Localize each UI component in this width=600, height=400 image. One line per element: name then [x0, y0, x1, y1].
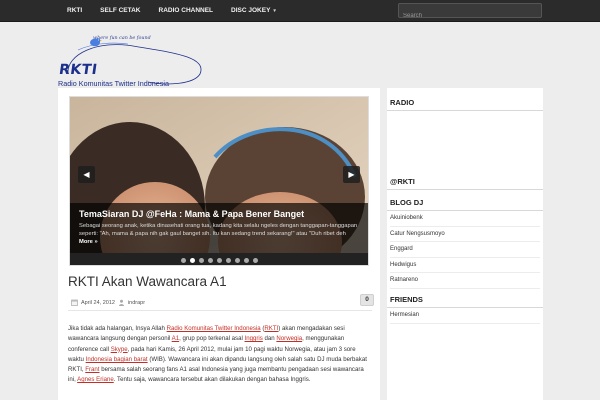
chevron-down-icon: ▾ [273, 8, 276, 14]
blog-dj-link[interactable]: Akuiniobenk [390, 211, 540, 227]
main-menu: RKTI Self Cetak Radio Channel Disc Jokey… [58, 0, 285, 22]
slider-next-button[interactable]: ▶ [343, 166, 360, 183]
post-title[interactable]: RKTI Akan Wawancara A1 [68, 274, 227, 289]
slider-dot[interactable] [243, 257, 249, 263]
arrow-left-icon: ◀ [83, 170, 90, 179]
logo-subtitle: Radio Komunitas Twitter Indonesia [58, 79, 169, 88]
top-nav-bar: RKTI Self Cetak Radio Channel Disc Jokey… [0, 0, 600, 23]
comment-count-badge[interactable]: 0 [360, 294, 374, 306]
body-text: . Tentu saja, wawancara tersebut akan di… [113, 376, 311, 384]
arrow-right-icon: ▶ [348, 170, 355, 179]
read-more-link[interactable]: More » [79, 239, 98, 245]
friend-link[interactable]: Hermesian [390, 308, 540, 324]
nav-item-self-cetak[interactable]: Self Cetak [91, 0, 149, 22]
slider-dot[interactable] [180, 257, 186, 263]
blog-dj-link[interactable]: Ratnareno [390, 273, 540, 289]
slider-dot[interactable] [198, 257, 204, 263]
slider-dot[interactable] [234, 257, 240, 263]
post-date: April 24, 2012 [81, 299, 115, 306]
search-input[interactable] [399, 9, 541, 23]
post-author[interactable]: indrapr [128, 300, 145, 306]
logo-wordmark: RKTI [57, 62, 99, 78]
blog-dj-link[interactable]: Enggard [390, 242, 540, 258]
featured-slider: ◀ ▶ TemaSiaran DJ @FeHa : Mama & Papa Be… [69, 96, 369, 266]
inline-link[interactable]: Agnes Eriane [77, 376, 114, 383]
post-divider [68, 310, 372, 311]
post-body: Jika tidak ada halangan, Insya Allah Rad… [68, 324, 372, 386]
slider-dot[interactable] [189, 257, 195, 263]
calendar-icon [71, 299, 78, 306]
widget-title-friends: FRIENDS [390, 295, 423, 304]
body-text: dan [262, 335, 277, 343]
slider-dot[interactable] [225, 257, 231, 263]
body-text: Jika tidak ada halangan, Insya Allah [68, 325, 167, 332]
slider-dot[interactable] [252, 257, 258, 263]
slide-excerpt-text: Sebagai seorang anak, ketika dinasehati … [79, 223, 358, 237]
nav-item-disc-jokey[interactable]: Disc Jokey ▾ [222, 0, 285, 22]
inline-link[interactable]: Indonesia bagian barat [86, 356, 148, 363]
inline-link[interactable]: RKTI [264, 325, 278, 332]
sidebar: RADIO @RKTI BLOG DJ Akuiniobenk Catur Nen… [387, 88, 543, 400]
inline-link[interactable]: Norwegia [276, 335, 302, 342]
main-content: ◀ ▶ TemaSiaran DJ @FeHa : Mama & Papa Be… [58, 88, 380, 400]
page-margin [543, 88, 600, 400]
slider-dot[interactable] [216, 257, 222, 263]
slide-title[interactable]: TemaSiaran DJ @FeHa : Mama & Papa Bener … [79, 209, 359, 219]
blog-dj-link[interactable]: Hedwigus [390, 258, 540, 273]
slider-dot[interactable] [207, 257, 213, 263]
nav-item-rkti[interactable]: RKTI [58, 0, 91, 22]
widget-divider [387, 189, 543, 190]
inline-link[interactable]: Frant [85, 366, 99, 373]
inline-link[interactable]: Skype [111, 346, 128, 353]
site-logo[interactable]: where fun can be found RKTI Radio Komuni… [58, 34, 208, 90]
blog-dj-link[interactable]: Catur Nengsusmoyo [390, 227, 540, 242]
slider-prev-button[interactable]: ◀ [78, 166, 95, 183]
slide-caption: TemaSiaran DJ @FeHa : Mama & Papa Bener … [70, 203, 368, 253]
nav-item-label: Disc Jokey [231, 7, 271, 14]
widget-title-rkti: @RKTI [390, 177, 415, 186]
inline-link[interactable]: Radio Komunitas Twitter Indonesia [167, 325, 261, 332]
slider-pagination [70, 253, 368, 265]
logo-slogan: where fun can be found [93, 36, 151, 41]
body-text: , grup pop terkenal asal [179, 335, 245, 343]
blog-dj-list: Akuiniobenk Catur Nengsusmoyo Enggard Hedwi… [390, 211, 540, 289]
friends-list: Hermesian [390, 308, 540, 324]
widget-title-radio: RADIO [390, 98, 415, 107]
nav-item-radio-channel[interactable]: Radio Channel [150, 0, 223, 22]
slide-excerpt: Sebagai seorang anak, ketika dinasehati … [79, 222, 359, 246]
widget-title-blog-dj: BLOG DJ [390, 198, 424, 207]
post-meta: April 24, 2012 indrapr [71, 299, 145, 306]
search-box [398, 3, 542, 23]
widget-divider [387, 110, 543, 111]
user-icon [118, 299, 124, 306]
inline-link[interactable]: Inggris [245, 335, 263, 342]
